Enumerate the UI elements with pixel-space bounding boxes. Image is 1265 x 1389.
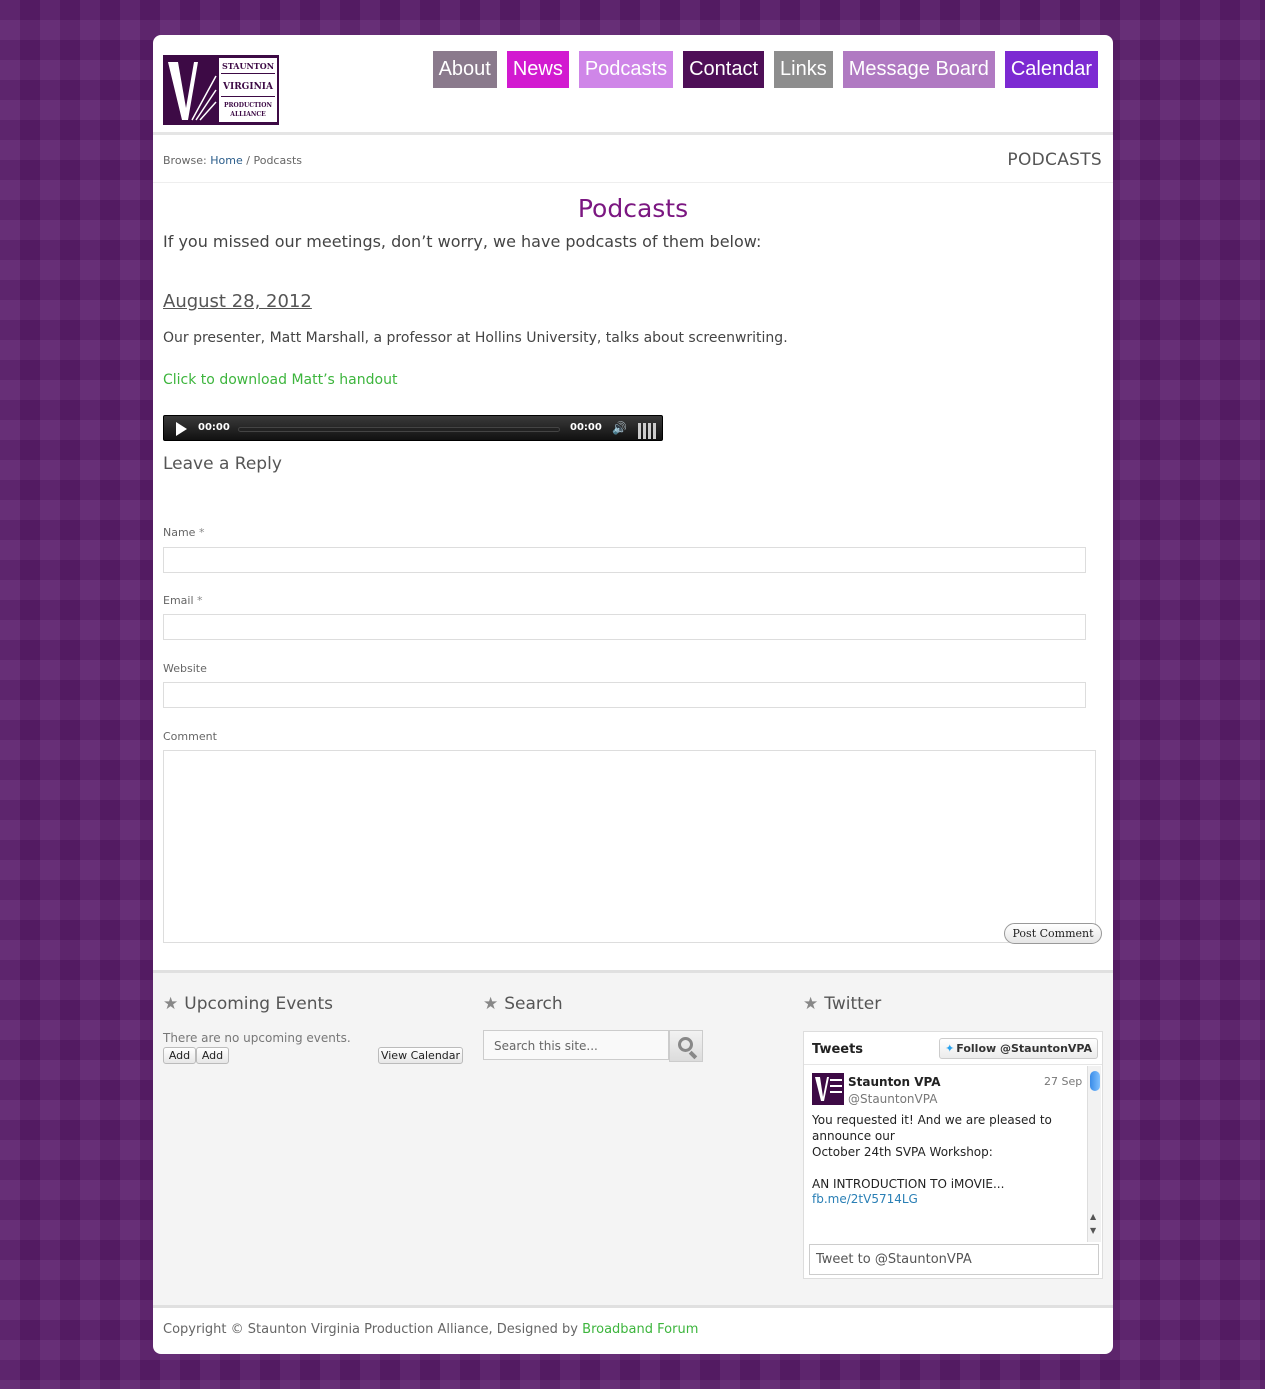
search-input[interactable]: Search this site...: [483, 1030, 669, 1060]
audio-player: 00:00 00:00 🔊: [163, 415, 663, 441]
designer-link[interactable]: Broadband Forum: [582, 1322, 698, 1337]
search-title-text: Search: [504, 994, 563, 1014]
email-required-mark: *: [197, 594, 203, 607]
name-label: Name *: [163, 526, 204, 539]
progress-track[interactable]: [238, 427, 560, 432]
volume-slider[interactable]: [638, 419, 656, 439]
copyright-statement: Copyright © Staunton Virginia Production…: [163, 1322, 579, 1337]
logo-mark-icon: [168, 62, 217, 121]
duration-time: 00:00: [570, 422, 602, 433]
twitter-header: Tweets ✦ Follow @StauntonVPA: [804, 1032, 1102, 1065]
scroll-down-icon[interactable]: ▼: [1090, 1226, 1096, 1235]
star-icon: ★: [483, 994, 499, 1014]
logo-line-production: PRODUCTION: [224, 102, 272, 109]
intro-text: If you missed our meetings, don’t worry,…: [163, 232, 762, 251]
view-calendar-button[interactable]: View Calendar: [378, 1047, 463, 1064]
episode-date[interactable]: August 28, 2012: [163, 291, 312, 312]
logo-line-staunton: STAUNTON: [221, 61, 275, 71]
main-nav: About News Podcasts Contact Links Messag…: [432, 51, 1098, 88]
copyright-text: Copyright © Staunton Virginia Production…: [163, 1322, 698, 1337]
site-logo[interactable]: STAUNTON VIRGINIA PRODUCTION ALLIANCE: [163, 55, 279, 125]
name-required-mark: *: [198, 526, 205, 539]
star-icon: ★: [803, 994, 819, 1014]
tweets-scrollbar[interactable]: ▲ ▼: [1087, 1066, 1101, 1242]
post-comment-button[interactable]: Post Comment: [1004, 923, 1102, 944]
nav-item-contact[interactable]: Contact: [683, 51, 765, 88]
follow-button-label: Follow @StauntonVPA: [956, 1042, 1092, 1055]
tweet-author-handle[interactable]: @StauntonVPA: [848, 1092, 937, 1106]
search-widget-title: ★ Search: [483, 994, 563, 1014]
nav-item-links[interactable]: Links: [774, 51, 833, 88]
breadcrumb-prefix: Browse:: [163, 154, 207, 167]
breadcrumb-home-link[interactable]: Home: [210, 154, 242, 167]
name-field[interactable]: [163, 547, 1086, 573]
logo-line-alliance: ALLIANCE: [230, 111, 266, 118]
email-label-text: Email: [163, 594, 194, 607]
page-title: Podcasts: [577, 194, 689, 223]
no-events-text: There are no upcoming events.: [163, 1031, 351, 1045]
twitter-widget-title: ★ Twitter: [803, 994, 881, 1014]
tweet-compose-input[interactable]: Tweet to @StauntonVPA: [809, 1244, 1099, 1275]
events-widget-title: ★ Upcoming Events: [163, 994, 333, 1014]
events-title-text: Upcoming Events: [184, 994, 334, 1014]
tweet-date[interactable]: 27 Sep: [1044, 1075, 1082, 1088]
add-button-1[interactable]: Add: [163, 1047, 196, 1064]
breadcrumb-separator: /: [246, 154, 250, 167]
breadcrumb-current: Podcasts: [253, 154, 302, 167]
follow-button[interactable]: ✦ Follow @StauntonVPA: [939, 1038, 1098, 1059]
tweet-link[interactable]: fb.me/2tV5714LG: [812, 1192, 918, 1206]
website-field[interactable]: [163, 682, 1086, 708]
comment-label: Comment: [163, 730, 217, 743]
nav-item-message-board[interactable]: Message Board: [842, 51, 995, 88]
page-label: PODCASTS: [1007, 150, 1102, 170]
breadcrumb-trail: Browse: Home / Podcasts: [163, 154, 302, 167]
episode-description: Our presenter, Matt Marshall, a professo…: [163, 330, 788, 346]
nav-item-calendar[interactable]: Calendar: [1004, 51, 1098, 88]
scroll-thumb[interactable]: [1090, 1071, 1100, 1091]
scroll-up-icon[interactable]: ▲: [1090, 1212, 1096, 1221]
site-header: STAUNTON VIRGINIA PRODUCTION ALLIANCE Ab…: [153, 35, 1113, 135]
twitter-bird-icon: ✦: [945, 1042, 955, 1055]
tweets-heading: Tweets: [812, 1042, 864, 1057]
tweet-text: You requested it! And we are pleased to …: [812, 1113, 1052, 1191]
star-icon: ★: [163, 994, 179, 1014]
add-button-2[interactable]: Add: [196, 1047, 229, 1064]
logo-text-box: STAUNTON VIRGINIA PRODUCTION ALLIANCE: [219, 58, 277, 122]
footer-widgets: ★ Upcoming Events There are no upcoming e…: [153, 970, 1113, 1305]
email-label: Email *: [163, 594, 203, 607]
nav-item-news[interactable]: News: [506, 51, 569, 88]
reply-title: Leave a Reply: [163, 454, 282, 474]
page-container: STAUNTON VIRGINIA PRODUCTION ALLIANCE Ab…: [153, 35, 1113, 1354]
avatar[interactable]: [812, 1073, 844, 1105]
breadcrumb: Browse: Home / Podcasts PODCASTS: [153, 138, 1113, 183]
speaker-icon[interactable]: 🔊: [612, 421, 627, 435]
website-label: Website: [163, 662, 207, 675]
email-field[interactable]: [163, 614, 1086, 640]
comment-field[interactable]: ∕∕: [163, 750, 1096, 943]
logo-line-virginia: VIRGINIA: [223, 82, 273, 92]
name-label-text: Name: [163, 526, 196, 539]
current-time: 00:00: [198, 422, 230, 433]
search-button[interactable]: [669, 1030, 703, 1062]
play-icon[interactable]: [176, 422, 187, 436]
twitter-timeline: Tweets ✦ Follow @StauntonVPA Staunton VPA…: [803, 1031, 1103, 1279]
nav-item-about[interactable]: About: [432, 51, 497, 88]
twitter-title-text: Twitter: [824, 994, 882, 1014]
site-footer: Copyright © Staunton Virginia Production…: [153, 1305, 1113, 1354]
nav-item-podcasts[interactable]: Podcasts: [578, 51, 674, 88]
logo-mark-icon: [815, 1077, 842, 1101]
tweet-author-name[interactable]: Staunton VPA: [848, 1075, 941, 1089]
download-handout-link[interactable]: Click to download Matt’s handout: [163, 372, 397, 388]
